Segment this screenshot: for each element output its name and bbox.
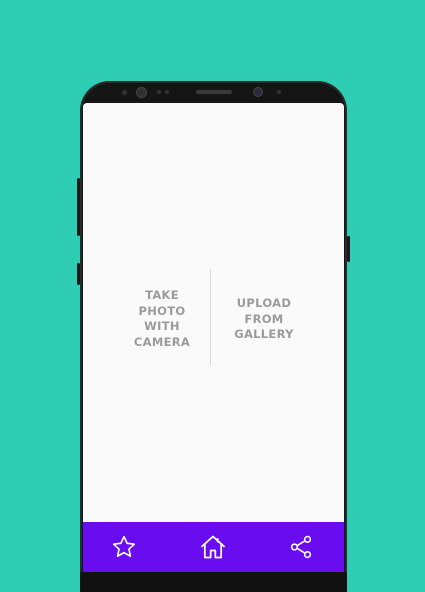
upload-from-gallery-button[interactable]: UPLOAD FROM GALLERY (219, 296, 309, 343)
front-camera-icon (137, 88, 146, 97)
sensor-dot (122, 90, 127, 95)
home-icon (201, 535, 225, 559)
sensor-dot (165, 90, 169, 94)
take-photo-button[interactable]: TAKE PHOTO WITH CAMERA (117, 288, 207, 350)
sensor-dot (157, 90, 161, 94)
earpiece-speaker (196, 90, 232, 94)
options-divider (210, 269, 211, 365)
share-icon (290, 535, 312, 559)
phone-frame: TAKE PHOTO WITH CAMERA UPLOAD FROM GALLE… (77, 81, 350, 592)
app-stage: TAKE PHOTO WITH CAMERA UPLOAD FROM GALLE… (0, 0, 425, 592)
volume-down-button (77, 263, 80, 285)
star-icon (112, 535, 136, 558)
sensor-dot (277, 90, 281, 94)
power-button (347, 236, 350, 262)
phone-bottom-bezel (80, 572, 347, 592)
volume-up-button (77, 178, 80, 236)
favorites-button[interactable] (109, 532, 139, 562)
iris-camera-icon (254, 88, 262, 96)
share-button[interactable] (286, 532, 316, 562)
phone-top-bezel (80, 81, 347, 103)
bottom-navbar (83, 522, 344, 572)
home-button[interactable] (198, 532, 228, 562)
app-screen: TAKE PHOTO WITH CAMERA UPLOAD FROM GALLE… (83, 103, 344, 523)
